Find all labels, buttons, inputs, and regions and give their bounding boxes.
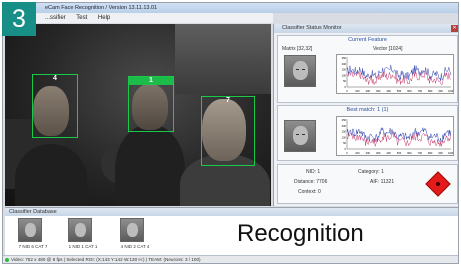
- nid-label: NID:: [306, 169, 316, 175]
- menu-item-help[interactable]: Help: [98, 15, 110, 21]
- database-item[interactable]: 1 NID 1 CAT 1: [61, 218, 101, 254]
- x-tick-label: 400: [386, 89, 391, 93]
- background-window: [175, 24, 271, 94]
- face-box-4[interactable]: 4: [32, 74, 78, 138]
- app-window: eCam Face Recognition / Version 13.11.13…: [2, 2, 459, 264]
- y-tick-label: 100: [342, 73, 347, 77]
- y-tick-label: 200: [342, 124, 347, 128]
- window-title: eCam Face Recognition / Version 13.11.13…: [45, 5, 158, 11]
- y-tick-label: 50: [343, 141, 346, 145]
- menu-item-test[interactable]: Test: [76, 15, 87, 21]
- database-caption: 7 NID 6 CAT 7: [18, 244, 48, 249]
- current-feature-thumbnail: [284, 55, 316, 87]
- x-tick-label: 700: [418, 89, 423, 93]
- x-tick-label: 900: [438, 89, 443, 93]
- y-tick-label: 100: [342, 135, 347, 139]
- window-titlebar: eCam Face Recognition / Version 13.11.13…: [3, 3, 458, 13]
- x-tick-label: 600: [407, 151, 412, 155]
- x-tick-label: 700: [418, 151, 423, 155]
- database-thumbnail: [120, 218, 144, 242]
- x-tick-label: 800: [428, 89, 433, 93]
- person-left-body: [15, 144, 87, 206]
- database-item[interactable]: 7 NID 6 CAT 7: [11, 218, 51, 254]
- video-feed[interactable]: 4 1 7: [5, 24, 271, 206]
- step-badge: 3: [2, 2, 36, 36]
- x-tick-label: 300: [376, 151, 381, 155]
- context-label: Context:: [298, 189, 317, 195]
- aif-label: AIF:: [370, 179, 380, 185]
- y-tick-label: 250: [342, 118, 347, 122]
- recognition-heading: Recognition: [237, 220, 364, 247]
- nid-value: 1: [317, 169, 321, 175]
- y-tick-label: 50: [343, 79, 346, 83]
- y-tick-label: 250: [342, 56, 347, 60]
- x-tick-label: 400: [386, 151, 391, 155]
- person-center-body: [115, 124, 185, 206]
- x-tick-label: 100: [355, 89, 360, 93]
- x-tick-label: 0: [346, 89, 348, 93]
- status-icon: [5, 258, 9, 262]
- menu-item-classifier[interactable]: ...ssifier: [45, 15, 66, 21]
- status-text: Video: 752 x 480 @ 8 fps | Selected ROI:…: [11, 257, 201, 262]
- context-value: 0: [318, 189, 321, 195]
- face-box-7[interactable]: 7: [201, 96, 255, 166]
- best-match-chart: 0100200300400500600700800900100025020015…: [342, 118, 453, 155]
- classifier-status-monitor: Classifier Status Monitor ✕ Current Feat…: [273, 24, 458, 206]
- x-tick-label: 1000: [448, 89, 453, 93]
- vector-label: Vector [1024]: [373, 46, 403, 52]
- x-tick-label: 300: [376, 89, 381, 93]
- face-label-7: 7: [226, 97, 230, 104]
- database-item[interactable]: 4 NID 2 CAT 4: [113, 218, 153, 254]
- x-tick-label: 900: [438, 151, 443, 155]
- face-box-1[interactable]: 1: [128, 76, 174, 132]
- x-tick-label: 100: [355, 151, 360, 155]
- database-caption: 4 NID 2 CAT 4: [120, 244, 150, 249]
- y-tick-label: 0: [345, 147, 347, 151]
- x-tick-label: 0: [346, 151, 348, 155]
- database-title: Classifier Database: [5, 208, 458, 216]
- database-caption: 1 NID 1 CAT 1: [68, 244, 98, 249]
- current-vector-chart: 0100200300400500600700800900100025020015…: [342, 56, 453, 93]
- x-tick-label: 600: [407, 89, 412, 93]
- database-thumbnail: [68, 218, 92, 242]
- category-label: Category:: [358, 169, 380, 175]
- vector-series-line: [346, 64, 452, 81]
- current-vector-plot: 0100200300400500600700800900100025020015…: [336, 54, 454, 94]
- x-tick-label: 200: [366, 151, 371, 155]
- x-tick-label: 200: [366, 89, 371, 93]
- best-match-thumbnail: [284, 120, 316, 152]
- matrix-label: Matrix [32,32]: [282, 46, 313, 52]
- current-feature-section: Current Feature Matrix [32,32] Vector [1…: [277, 35, 458, 103]
- x-tick-label: 800: [428, 151, 433, 155]
- x-tick-label: 500: [397, 151, 402, 155]
- distance-label: Distance:: [294, 179, 315, 185]
- x-tick-label: 500: [397, 89, 402, 93]
- best-match-heading: Best match: 1 (1): [346, 107, 389, 113]
- close-icon[interactable]: ✕: [451, 25, 458, 32]
- alert-indicator: [425, 171, 451, 197]
- x-tick-label: 1000: [448, 151, 453, 155]
- y-tick-label: 150: [342, 68, 347, 72]
- database-thumbnail: [18, 218, 42, 242]
- monitor-title: Classifier Status Monitor: [274, 24, 458, 33]
- classifier-database: Classifier Database 7 NID 6 CAT 7 1 NID …: [5, 207, 458, 257]
- distance-value: 7706: [316, 179, 328, 185]
- current-feature-heading: Current Feature: [348, 37, 387, 43]
- best-match-section: Best match: 1 (1) 0 100 200 300 400 500 600 700…: [277, 105, 458, 161]
- face-label-1: 1: [129, 77, 173, 85]
- y-tick-label: 200: [342, 62, 347, 66]
- face-label-4: 4: [53, 75, 57, 82]
- best-match-plot: 0100200300400500600700800900100025020015…: [336, 116, 454, 156]
- status-bar: Video: 752 x 480 @ 8 fps | Selected ROI:…: [3, 255, 458, 263]
- category-value: 1: [381, 169, 384, 175]
- aif-value: 11321: [380, 179, 395, 185]
- menubar: ...ssifier Test Help: [3, 13, 273, 23]
- match-info-section: NID: 1 Category: 1 Distance: 7706 AIF: 1…: [277, 164, 458, 204]
- y-tick-label: 0: [345, 85, 347, 89]
- y-tick-label: 150: [342, 130, 347, 134]
